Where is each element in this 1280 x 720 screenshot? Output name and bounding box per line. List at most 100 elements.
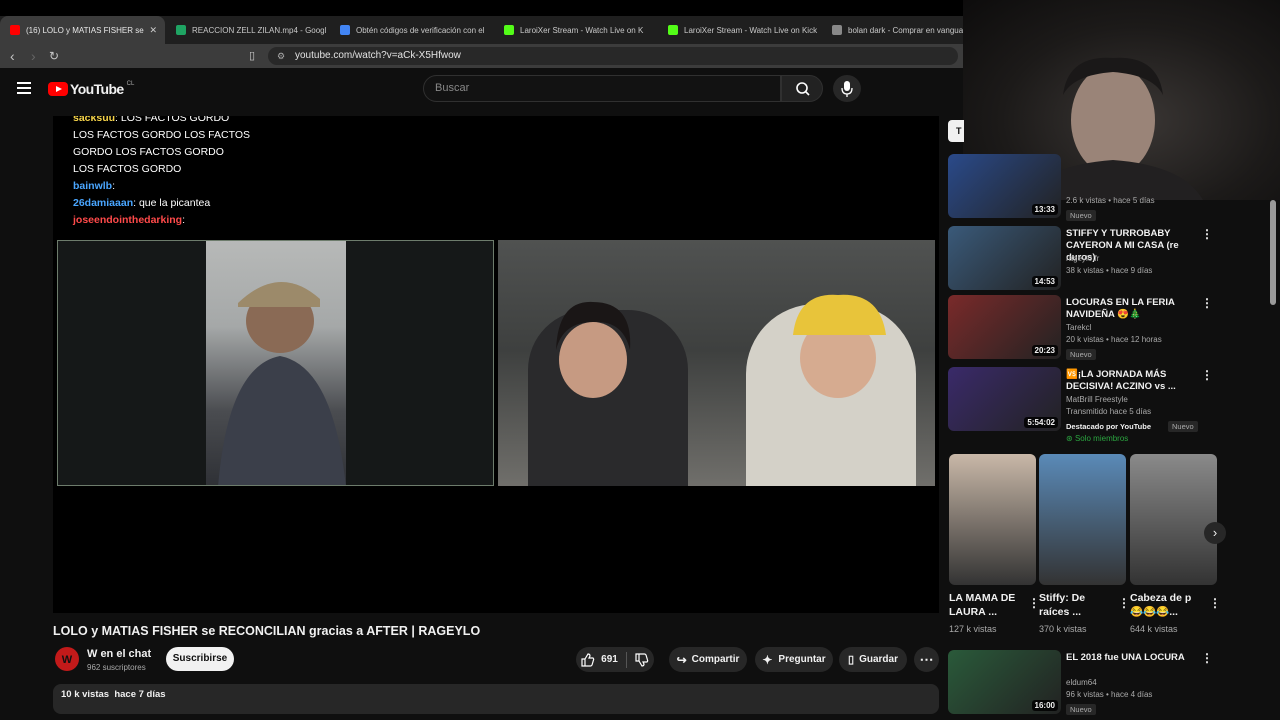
chat-message: LOS FACTOS GORDO [73,161,293,178]
more-options-icon[interactable]: ⋮ [1201,369,1213,381]
video-thumbnail[interactable]: 20:23 [948,295,1061,359]
ask-label: Preguntar [778,654,826,665]
youtube-play-icon [48,82,68,96]
video-meta: 96 k vistas • hace 4 días [1066,690,1153,699]
video-thumbnail[interactable]: 13:33 [948,154,1061,218]
video-channel[interactable]: Tarekcl [1066,323,1091,332]
channel-avatar[interactable]: W [55,647,79,671]
video-badge: Nuevo [1066,704,1096,715]
recommended-video[interactable]: 13:33 2.6 k vistas • hace 5 días Nuevo [948,154,1223,221]
video-badge: Nuevo [1066,210,1096,221]
members-only-label: ⊛ Solo miembros [1066,434,1129,443]
mic-button[interactable] [833,75,861,102]
site-info-icon[interactable]: ⚙ [277,47,285,65]
browser-tab[interactable]: LaroiXer Stream - Watch Live on Kick [658,16,820,44]
tab-title: (16) LOLO y MATIAS FISHER se [26,25,144,35]
tab-title: LaroiXer Stream - Watch Live on Kick [684,25,818,35]
more-options-icon[interactable]: ⋮ [1118,596,1130,610]
more-options-icon[interactable]: ⋮ [1201,297,1213,309]
reload-icon[interactable]: ↻ [49,48,59,64]
short-views: 370 k vistas [1039,624,1087,634]
ask-button[interactable]: ✦ Preguntar [755,647,833,672]
youtube-logo[interactable]: YouTube CL [48,81,134,97]
recommended-video[interactable]: 20:23 LOCURAS EN LA FERIA NAVIDEÑA 😍🎄 Tare… [948,295,1223,360]
like-button[interactable]: 691 [581,652,618,667]
video-channel[interactable]: rageylo fr [1066,254,1099,263]
tab-title: LaroiXer Stream - Watch Live on K [520,25,644,35]
short-title[interactable]: Cabeza de p 😂😂😂... [1130,591,1205,619]
video-thumbnail[interactable]: 5:54:02 [948,367,1061,431]
video-player[interactable]: sacksuu: LOS FACTOS GORDO LOS FACTOS GORD… [53,116,939,613]
video-duration: 20:23 [1031,345,1058,356]
chip-first[interactable]: T [948,120,964,142]
share-label: Compartir [691,654,740,665]
chat-message: sacksuu: LOS FACTOS GORDO [73,116,293,127]
thumbs-down-icon[interactable] [635,652,649,667]
recommended-video[interactable]: 14:53 STIFFY Y TURROBABY CAYERON A MI CAS… [948,226,1223,290]
video-badge-new: Nuevo [1168,421,1198,432]
short-video[interactable]: Cabeza de p 😂😂😂... 644 k vistas ⋮ [1130,454,1221,634]
more-options-icon[interactable]: ⋮ [1201,652,1213,664]
recommended-video[interactable]: 16:00 EL 2018 fue UNA LOCURA eldum64 96 k v… [948,650,1223,715]
url-field[interactable]: ⚙ youtube.com/watch?v=aCk-X5Hfwow [268,47,958,65]
short-thumbnail[interactable] [1130,454,1217,585]
chat-username: 26damiaaan [73,197,134,209]
more-options-icon[interactable]: ⋮ [1209,596,1221,610]
video-channel[interactable]: MatBrill Freestyle [1066,395,1128,404]
share-icon: ↪ [676,652,687,667]
video-title: LOLO y MATIAS FISHER se RECONCILIAN grac… [53,624,481,638]
more-options-icon[interactable]: ⋮ [1201,228,1213,240]
subscribe-button[interactable]: Suscribirse [166,647,234,671]
video-title[interactable]: 🆚¡LA JORNADA MÁS DECISIVA! ACZINO vs ... [1066,369,1206,393]
video-right-cam [498,240,935,486]
save-button[interactable]: ▯ Guardar [839,647,907,672]
back-icon[interactable]: ‹ [10,48,15,64]
chat-text: LOS FACTOS GORDO [73,163,182,175]
chat-username: joseendointhedarking [73,214,183,226]
forward-icon[interactable]: › [31,48,36,64]
tab-close-icon[interactable]: ✕ [149,25,157,36]
tab-favicon-icon [504,25,514,35]
short-views: 127 k vistas [949,624,997,634]
short-thumbnail[interactable] [949,454,1036,585]
video-duration: 14:53 [1031,276,1058,287]
video-thumbnail[interactable]: 14:53 [948,226,1061,290]
chat-username: sacksuu [73,116,116,124]
chat-username: bainwlb [73,180,113,192]
video-channel[interactable]: eldum64 [1066,678,1097,687]
short-video[interactable]: LA MAMA DE LAURA ... 127 k vistas ⋮ [949,454,1040,634]
video-meta: 38 k vistas • hace 9 días [1066,266,1153,275]
menu-icon[interactable] [17,82,31,94]
browser-tab[interactable]: Obtén códigos de verificación con el [330,16,492,44]
more-actions-button[interactable]: ⋯ [914,647,939,672]
video-thumbnail[interactable]: 16:00 [948,650,1061,714]
url-text: youtube.com/watch?v=aCk-X5Hfwow [295,50,461,61]
short-video[interactable]: Stiffy: De raíces ... 370 k vistas ⋮ [1039,454,1130,634]
chat-text: GORDO LOS FACTOS GORDO [73,146,224,158]
like-dislike-group: 691 [576,647,654,672]
search-button[interactable] [781,75,823,102]
bookmark-icon[interactable]: ▯ [249,48,255,64]
video-title[interactable]: EL 2018 fue UNA LOCURA [1066,652,1206,664]
like-count: 691 [601,654,618,665]
browser-tab[interactable]: LaroiXer Stream - Watch Live on K [494,16,656,44]
tab-favicon-icon [10,25,20,35]
subscriber-count: 962 suscriptores [87,663,146,672]
page-scrollbar[interactable] [1270,200,1276,305]
search-input[interactable]: Buscar [423,75,781,102]
sparkle-icon: ✦ [762,652,773,667]
svg-text:W: W [62,654,73,666]
video-duration: 16:00 [1031,700,1058,711]
short-thumbnail[interactable] [1039,454,1126,585]
browser-tab[interactable]: (16) LOLO y MATIAS FISHER se ✕ [0,16,165,44]
description-box[interactable]: 10 k vistas hace 7 días [53,684,939,714]
shorts-next-button[interactable]: › [1204,522,1226,544]
share-button[interactable]: ↪ Compartir [669,647,747,672]
short-title[interactable]: Stiffy: De raíces ... [1039,591,1114,619]
browser-tab[interactable]: bolan dark - Comprar en vanguar [822,16,963,44]
video-title[interactable]: LOCURAS EN LA FERIA NAVIDEÑA 😍🎄 [1066,297,1206,321]
recommended-video[interactable]: 5:54:02 🆚¡LA JORNADA MÁS DECISIVA! ACZINO… [948,367,1223,443]
browser-tab[interactable]: REACCION ZELL ZILAN.mp4 - Google [166,16,326,44]
channel-name[interactable]: W en el chat [87,648,151,660]
short-title[interactable]: LA MAMA DE LAURA ... [949,591,1024,619]
